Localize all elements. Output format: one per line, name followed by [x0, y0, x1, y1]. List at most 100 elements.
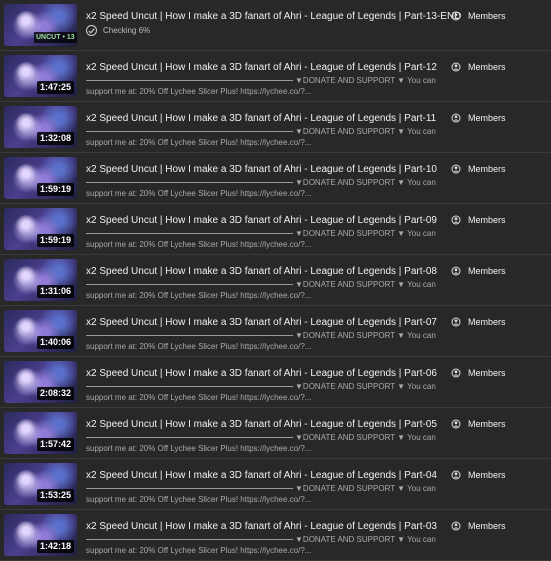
visibility-label: Members — [468, 317, 506, 327]
video-description-line-2: support me at: 20% Off Lychee Slicer Plu… — [86, 546, 312, 555]
video-title[interactable]: x2 Speed Uncut | How I make a 3D fanart … — [86, 470, 437, 481]
members-icon — [451, 11, 461, 21]
video-title[interactable]: x2 Speed Uncut | How I make a 3D fanart … — [86, 62, 437, 73]
video-row[interactable]: 1:32:08 x2 Speed Uncut | How I make a 3D… — [0, 102, 551, 153]
description-divider — [86, 386, 293, 388]
video-thumbnail[interactable]: 1:40:06 — [4, 310, 77, 352]
visibility-dropdown[interactable]: Members — [451, 11, 506, 21]
video-thumbnail[interactable]: 1:31:06 — [4, 259, 77, 301]
members-icon — [451, 521, 461, 531]
video-title[interactable]: x2 Speed Uncut | How I make a 3D fanart … — [86, 164, 437, 175]
visibility-dropdown[interactable]: Members — [451, 215, 506, 225]
visibility-dropdown[interactable]: Members — [451, 521, 506, 531]
visibility-dropdown[interactable]: Members — [451, 266, 506, 276]
video-row[interactable]: 1:53:25 x2 Speed Uncut | How I make a 3D… — [0, 459, 551, 510]
video-thumbnail[interactable]: UNCUT • 13 — [4, 4, 77, 46]
description-divider — [86, 539, 293, 541]
video-duration: 1:42:18 — [36, 540, 74, 553]
video-thumbnail[interactable]: 1:59:19 — [4, 208, 77, 250]
members-icon — [451, 215, 461, 225]
video-row[interactable]: 2:08:32 x2 Speed Uncut | How I make a 3D… — [0, 357, 551, 408]
description-text: ▼DONATE AND SUPPORT ▼ You can — [295, 535, 436, 544]
members-icon — [451, 419, 461, 429]
visibility-label: Members — [468, 521, 506, 531]
members-icon — [451, 317, 461, 327]
video-title[interactable]: x2 Speed Uncut | How I make a 3D fanart … — [86, 266, 437, 277]
video-duration: 1:40:06 — [36, 336, 74, 349]
video-title[interactable]: x2 Speed Uncut | How I make a 3D fanart … — [86, 215, 437, 226]
visibility-dropdown[interactable]: Members — [451, 470, 506, 480]
video-thumbnail[interactable]: 2:08:32 — [4, 361, 77, 403]
video-thumbnail[interactable]: 1:57:42 — [4, 412, 77, 454]
visibility-dropdown[interactable]: Members — [451, 317, 506, 327]
video-row[interactable]: 1:57:42 x2 Speed Uncut | How I make a 3D… — [0, 408, 551, 459]
visibility-label: Members — [468, 11, 506, 21]
visibility-dropdown[interactable]: Members — [451, 419, 506, 429]
video-title[interactable]: x2 Speed Uncut | How I make a 3D fanart … — [86, 368, 437, 379]
description-text: ▼DONATE AND SUPPORT ▼ You can — [295, 127, 436, 136]
check-circle-icon — [86, 25, 97, 36]
video-description-line-1: ▼DONATE AND SUPPORT ▼ You can — [86, 535, 436, 544]
visibility-dropdown[interactable]: Members — [451, 113, 506, 123]
description-text: ▼DONATE AND SUPPORT ▼ You can — [295, 280, 436, 289]
visibility-dropdown[interactable]: Members — [451, 368, 506, 378]
video-duration: 1:59:19 — [36, 234, 74, 247]
description-text: ▼DONATE AND SUPPORT ▼ You can — [295, 382, 436, 391]
visibility-dropdown[interactable]: Members — [451, 164, 506, 174]
video-title[interactable]: x2 Speed Uncut | How I make a 3D fanart … — [86, 11, 461, 22]
video-row[interactable]: 1:59:19 x2 Speed Uncut | How I make a 3D… — [0, 204, 551, 255]
description-text: ▼DONATE AND SUPPORT ▼ You can — [295, 76, 436, 85]
video-description-line-1: ▼DONATE AND SUPPORT ▼ You can — [86, 229, 436, 238]
video-row[interactable]: 1:47:25 x2 Speed Uncut | How I make a 3D… — [0, 51, 551, 102]
video-duration: 2:08:32 — [36, 387, 74, 400]
video-description-line-2: support me at: 20% Off Lychee Slicer Plu… — [86, 444, 312, 453]
description-divider — [86, 80, 293, 82]
video-description-line-2: support me at: 20% Off Lychee Slicer Plu… — [86, 138, 312, 147]
video-description-line-2: support me at: 20% Off Lychee Slicer Plu… — [86, 240, 312, 249]
processing-status: Checking 6% — [86, 25, 150, 36]
video-description-line-2: support me at: 20% Off Lychee Slicer Plu… — [86, 291, 312, 300]
members-icon — [451, 164, 461, 174]
members-icon — [451, 266, 461, 276]
video-description-line-1: ▼DONATE AND SUPPORT ▼ You can — [86, 433, 436, 442]
video-duration: 1:53:25 — [36, 489, 74, 502]
video-row[interactable]: 1:59:19 x2 Speed Uncut | How I make a 3D… — [0, 153, 551, 204]
video-thumbnail[interactable]: 1:53:25 — [4, 463, 77, 505]
description-divider — [86, 488, 293, 490]
video-list: UNCUT • 13 x2 Speed Uncut | How I make a… — [0, 0, 551, 561]
video-description-line-1: ▼DONATE AND SUPPORT ▼ You can — [86, 127, 436, 136]
video-title[interactable]: x2 Speed Uncut | How I make a 3D fanart … — [86, 521, 437, 532]
video-description-line-1: ▼DONATE AND SUPPORT ▼ You can — [86, 280, 436, 289]
visibility-label: Members — [468, 215, 506, 225]
video-duration: 1:57:42 — [36, 438, 74, 451]
visibility-label: Members — [468, 266, 506, 276]
video-duration: 1:59:19 — [36, 183, 74, 196]
video-row[interactable]: 1:40:06 x2 Speed Uncut | How I make a 3D… — [0, 306, 551, 357]
video-thumbnail[interactable]: 1:47:25 — [4, 55, 77, 97]
video-thumbnail[interactable]: 1:32:08 — [4, 106, 77, 148]
video-row[interactable]: 1:31:06 x2 Speed Uncut | How I make a 3D… — [0, 255, 551, 306]
visibility-dropdown[interactable]: Members — [451, 62, 506, 72]
visibility-label: Members — [468, 164, 506, 174]
description-divider — [86, 284, 293, 286]
video-thumbnail[interactable]: 1:42:18 — [4, 514, 77, 556]
video-description-line-1: ▼DONATE AND SUPPORT ▼ You can — [86, 331, 436, 340]
video-row[interactable]: UNCUT • 13 x2 Speed Uncut | How I make a… — [0, 0, 551, 51]
video-thumbnail[interactable]: 1:59:19 — [4, 157, 77, 199]
members-icon — [451, 62, 461, 72]
video-title[interactable]: x2 Speed Uncut | How I make a 3D fanart … — [86, 317, 437, 328]
visibility-label: Members — [468, 470, 506, 480]
description-divider — [86, 131, 293, 133]
members-icon — [451, 470, 461, 480]
description-divider — [86, 182, 293, 184]
video-title[interactable]: x2 Speed Uncut | How I make a 3D fanart … — [86, 113, 436, 124]
video-duration: 1:47:25 — [36, 81, 74, 94]
video-description-line-1: ▼DONATE AND SUPPORT ▼ You can — [86, 484, 436, 493]
description-divider — [86, 437, 293, 439]
video-row[interactable]: 1:42:18 x2 Speed Uncut | How I make a 3D… — [0, 510, 551, 561]
video-title[interactable]: x2 Speed Uncut | How I make a 3D fanart … — [86, 419, 437, 430]
video-description-line-2: support me at: 20% Off Lychee Slicer Plu… — [86, 342, 312, 351]
visibility-label: Members — [468, 419, 506, 429]
video-description-line-1: ▼DONATE AND SUPPORT ▼ You can — [86, 178, 436, 187]
members-icon — [451, 113, 461, 123]
